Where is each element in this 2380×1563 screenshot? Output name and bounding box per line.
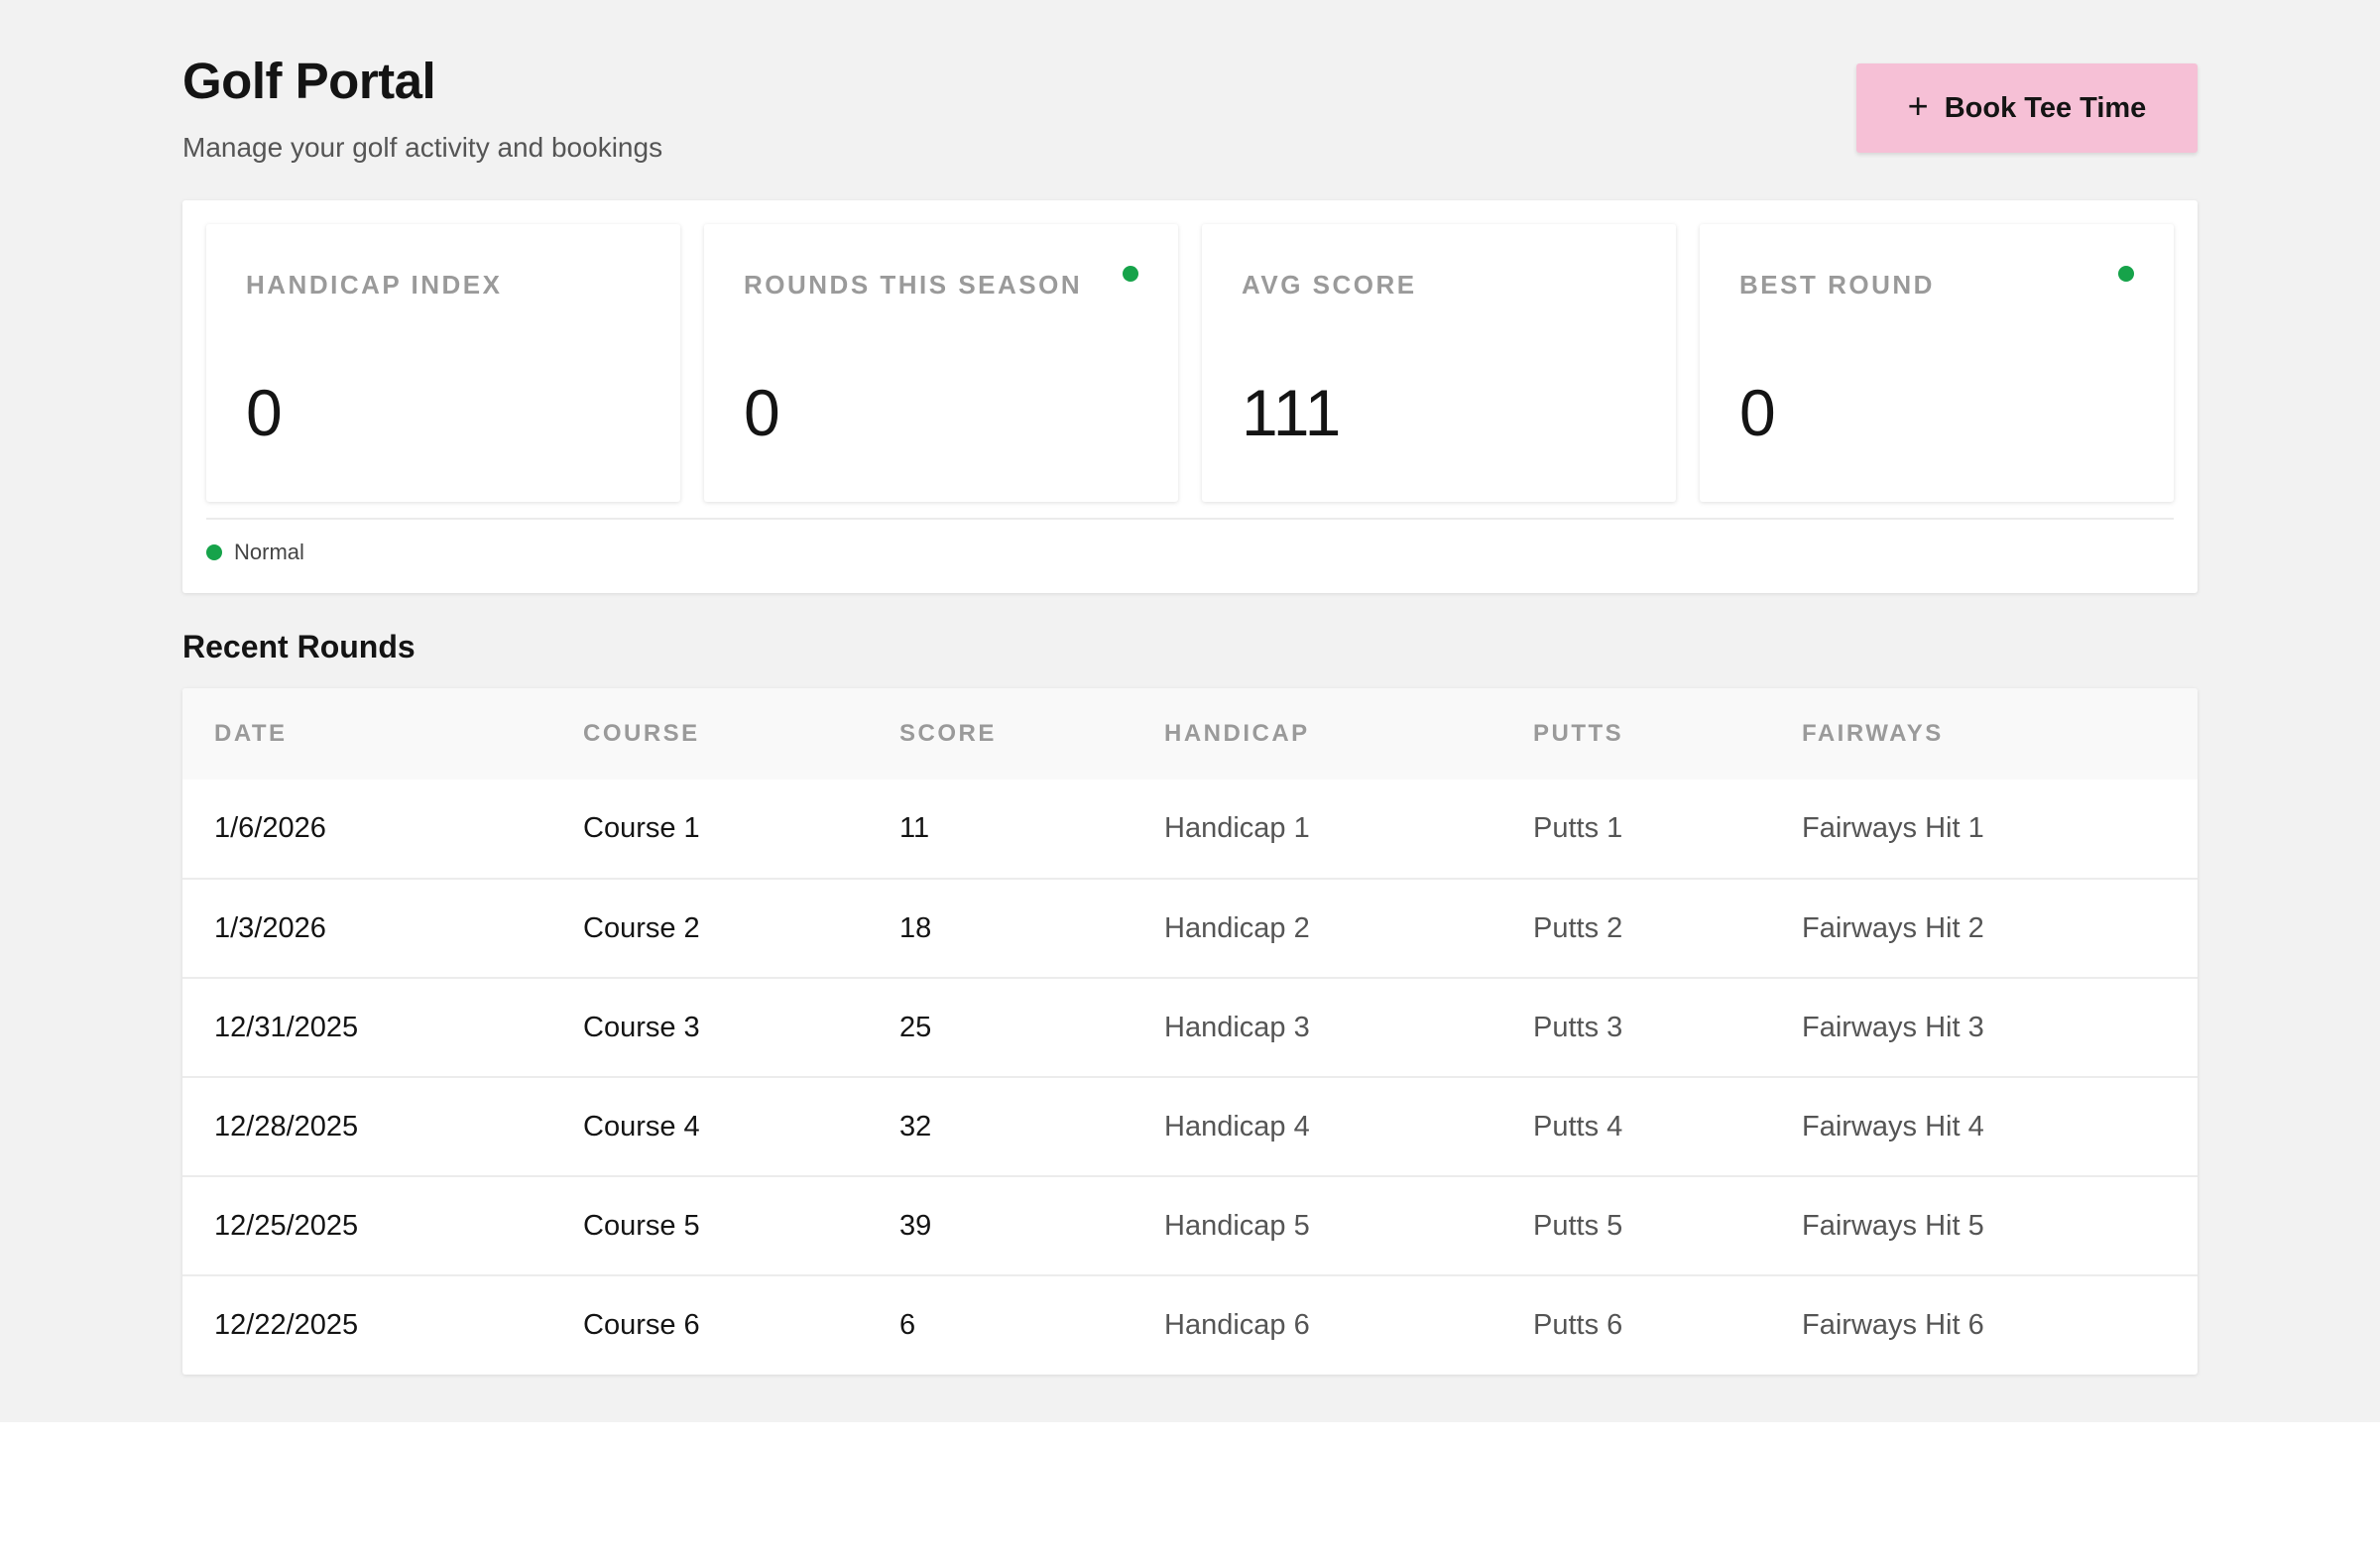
page-header: Golf Portal Manage your golf activity an… [182, 0, 2198, 200]
cell-fairways: Fairways Hit 4 [1802, 1110, 1984, 1142]
cell-handicap: Handicap 2 [1164, 911, 1310, 944]
main-container: Golf Portal Manage your golf activity an… [182, 0, 2198, 1375]
legend-dot-icon [206, 544, 222, 560]
cell-fairways: Fairways Hit 3 [1802, 1011, 1984, 1043]
status-legend: Normal [206, 540, 304, 565]
stat-card-label: AVG SCORE [1242, 270, 1417, 300]
page-subtitle: Manage your golf activity and bookings [182, 132, 663, 163]
cell-fairways: Fairways Hit 5 [1802, 1209, 1984, 1242]
cell-handicap: Handicap 4 [1164, 1110, 1310, 1142]
status-dot-icon [1123, 266, 1138, 282]
cell-handicap: Handicap 6 [1164, 1309, 1310, 1341]
cell-score: 11 [899, 812, 930, 844]
stat-card-handicap-index: HANDICAP INDEX 0 [206, 224, 680, 502]
cell-course: Course 2 [583, 911, 700, 944]
table-row[interactable]: 12/31/2025 Course 3 25 Handicap 3 Putts … [182, 978, 2198, 1077]
stat-card-label: BEST ROUND [1739, 270, 1935, 300]
cell-date: 12/25/2025 [214, 1209, 359, 1242]
column-header-date[interactable]: DATE [182, 688, 551, 780]
table-row[interactable]: 12/22/2025 Course 6 6 Handicap 6 Putts 6… [182, 1275, 2198, 1375]
cell-course: Course 3 [583, 1011, 700, 1043]
stat-card-rounds-this-season: ROUNDS THIS SEASON 0 [704, 224, 1178, 502]
cell-putts: Putts 1 [1533, 812, 1623, 844]
legend-label: Normal [234, 540, 304, 564]
stats-divider [206, 518, 2174, 520]
stat-card-best-round: BEST ROUND 0 [1700, 224, 2174, 502]
column-header-course[interactable]: COURSE [551, 688, 868, 780]
plus-icon: + [1907, 85, 1929, 126]
column-header-putts[interactable]: PUTTS [1501, 688, 1770, 780]
cell-course: Course 4 [583, 1110, 700, 1142]
stat-cards: HANDICAP INDEX 0 ROUNDS THIS SEASON 0 AV… [206, 224, 2174, 502]
cell-score: 18 [899, 911, 932, 944]
cell-course: Course 1 [583, 812, 700, 844]
table-header-row: DATE COURSE SCORE HANDICAP PUTTS FAIRWAY… [182, 688, 2198, 780]
book-tee-time-label: Book Tee Time [1944, 91, 2147, 124]
stat-card-value: 0 [1739, 376, 1776, 449]
cell-fairways: Fairways Hit 1 [1802, 812, 1984, 844]
stats-panel: HANDICAP INDEX 0 ROUNDS THIS SEASON 0 AV… [182, 200, 2198, 593]
cell-score: 32 [899, 1110, 932, 1142]
stat-card-avg-score: AVG SCORE 111 [1202, 224, 1676, 502]
cell-putts: Putts 4 [1533, 1110, 1623, 1142]
recent-rounds-table: DATE COURSE SCORE HANDICAP PUTTS FAIRWAY… [182, 688, 2198, 1375]
stat-card-value: 111 [1242, 376, 1342, 449]
table-row[interactable]: 1/3/2026 Course 2 18 Handicap 2 Putts 2 … [182, 879, 2198, 978]
cell-date: 12/31/2025 [214, 1011, 359, 1043]
cell-date: 1/6/2026 [214, 812, 326, 844]
app-background: Golf Portal Manage your golf activity an… [0, 0, 2380, 1422]
status-dot-icon [2118, 266, 2134, 282]
column-header-handicap[interactable]: HANDICAP [1132, 688, 1501, 780]
page-title: Golf Portal [182, 53, 436, 109]
cell-course: Course 6 [583, 1309, 700, 1341]
cell-score: 6 [899, 1309, 916, 1341]
cell-score: 25 [899, 1011, 932, 1043]
cell-date: 12/28/2025 [214, 1110, 359, 1142]
cell-score: 39 [899, 1209, 932, 1242]
cell-putts: Putts 6 [1533, 1309, 1623, 1341]
stat-card-value: 0 [744, 376, 780, 449]
cell-handicap: Handicap 3 [1164, 1011, 1310, 1043]
cell-course: Course 5 [583, 1209, 700, 1242]
cell-date: 1/3/2026 [214, 911, 326, 944]
cell-handicap: Handicap 5 [1164, 1209, 1310, 1242]
cell-fairways: Fairways Hit 6 [1802, 1309, 1984, 1341]
table-row[interactable]: 12/28/2025 Course 4 32 Handicap 4 Putts … [182, 1077, 2198, 1176]
stat-card-label: HANDICAP INDEX [246, 270, 503, 300]
cell-putts: Putts 3 [1533, 1011, 1623, 1043]
cell-putts: Putts 2 [1533, 911, 1623, 944]
book-tee-time-button[interactable]: + Book Tee Time [1856, 63, 2198, 153]
cell-fairways: Fairways Hit 2 [1802, 911, 1984, 944]
table-row[interactable]: 1/6/2026 Course 1 11 Handicap 1 Putts 1 … [182, 780, 2198, 879]
table-row[interactable]: 12/25/2025 Course 5 39 Handicap 5 Putts … [182, 1176, 2198, 1275]
column-header-fairways[interactable]: FAIRWAYS [1770, 688, 2198, 780]
cell-putts: Putts 5 [1533, 1209, 1623, 1242]
column-header-score[interactable]: SCORE [868, 688, 1132, 780]
cell-handicap: Handicap 1 [1164, 812, 1310, 844]
cell-date: 12/22/2025 [214, 1309, 359, 1341]
stat-card-label: ROUNDS THIS SEASON [744, 270, 1083, 300]
stat-card-value: 0 [246, 376, 283, 449]
recent-rounds-title: Recent Rounds [182, 629, 416, 664]
